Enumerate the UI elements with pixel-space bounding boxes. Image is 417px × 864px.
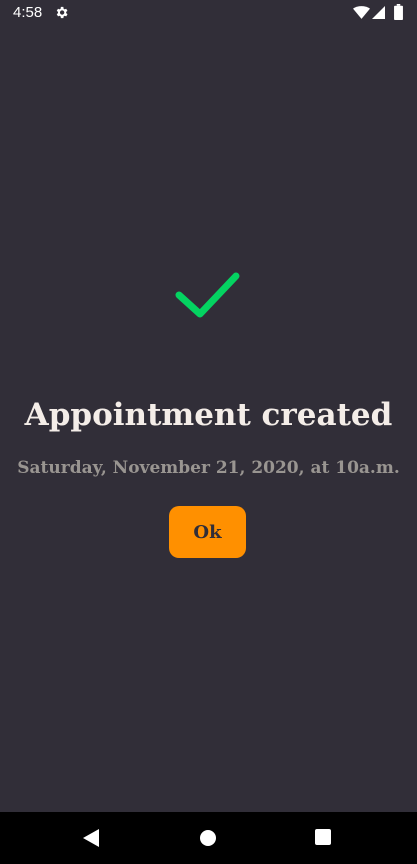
- navigation-bar: [0, 812, 417, 864]
- appointment-date: Saturday, November 21, 2020, at 10a.m.: [17, 458, 400, 478]
- battery-icon: [394, 4, 403, 20]
- status-time: 4:58: [13, 4, 43, 21]
- home-icon[interactable]: [199, 829, 217, 847]
- wifi-icon: [353, 6, 370, 19]
- gear-icon: [56, 6, 68, 19]
- recents-icon[interactable]: [315, 829, 331, 845]
- ok-button[interactable]: Ok: [169, 506, 246, 558]
- checkmark-icon: [175, 272, 240, 318]
- page-title: Appointment created: [24, 397, 393, 433]
- status-bar: 4:58: [0, 0, 417, 25]
- back-icon[interactable]: [83, 829, 99, 847]
- signal-icon: [372, 6, 385, 19]
